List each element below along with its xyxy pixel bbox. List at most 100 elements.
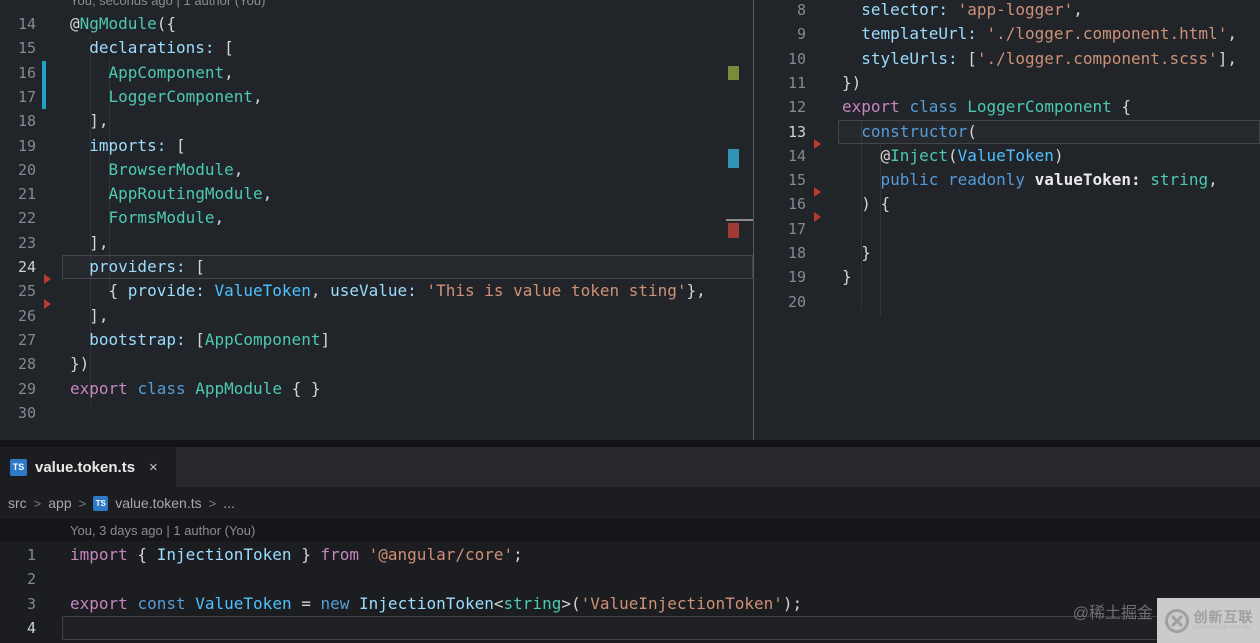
line-number[interactable]: 12 [754, 95, 806, 119]
codelens-annotation: You, seconds ago | 1 author (You) [70, 0, 266, 8]
indent-guide [861, 120, 862, 310]
line-number[interactable]: 4 [0, 616, 36, 640]
editor-pane-left[interactable]: 14 @NgModule({15 declarations: [16 AppCom… [0, 0, 753, 440]
line-number[interactable]: 16 [754, 192, 806, 216]
line-number[interactable]: 29 [0, 377, 36, 401]
line-number[interactable]: 20 [0, 158, 36, 182]
code-text: constructor( [861, 121, 977, 141]
ruler-mark-red [728, 223, 739, 238]
line-number[interactable]: 25 [0, 279, 36, 303]
code-line[interactable]: 12 export class LoggerComponent { [754, 95, 1260, 119]
code-line[interactable]: 11}) [754, 71, 1260, 95]
line-number[interactable]: 19 [0, 134, 36, 158]
breadcrumb-item-app[interactable]: app [48, 495, 71, 511]
line-number[interactable]: 17 [754, 217, 806, 241]
line-number[interactable]: 9 [754, 22, 806, 46]
breadcrumb: src > app > TS value.token.ts > ... [0, 487, 1260, 519]
line-number[interactable]: 18 [0, 109, 36, 133]
line-number[interactable]: 1 [0, 543, 36, 567]
code-line[interactable]: 25 { provide: ValueToken, useValue: 'Thi… [0, 274, 753, 303]
editor-pane-bottom[interactable]: 1 import { InjectionToken } from '@angula… [0, 541, 1260, 643]
line-number[interactable]: 14 [754, 144, 806, 168]
code-text: templateUrl: './logger.component.html', [861, 24, 1237, 44]
code-line[interactable]: 14 @NgModule({ [0, 12, 753, 36]
code-text: bootstrap: [AppComponent] [89, 329, 331, 349]
code-line[interactable]: 4 [0, 615, 1260, 641]
code-line[interactable]: 18 } [754, 241, 1260, 265]
code-line[interactable]: 15 declarations: [ [0, 36, 753, 60]
code-line[interactable]: 28}) [0, 352, 753, 376]
line-number[interactable]: 14 [0, 12, 36, 36]
line-number[interactable]: 27 [0, 328, 36, 352]
code-line[interactable]: 16 ) { [754, 187, 1260, 216]
code-line[interactable]: 13 constructor( [754, 119, 1260, 144]
line-number[interactable]: 15 [0, 36, 36, 60]
indent-guide [90, 36, 91, 406]
logo-ring-x-icon [1164, 608, 1189, 633]
code-line[interactable]: 8 selector: 'app-logger', [754, 0, 1260, 22]
line-number[interactable]: 30 [0, 401, 36, 425]
line-number[interactable]: 15 [754, 168, 806, 192]
code-line[interactable]: 17 [754, 211, 1260, 241]
breadcrumb-item-file[interactable]: value.token.ts [115, 495, 201, 511]
code-text: export class AppModule { } [70, 378, 321, 398]
editor-pane-right[interactable]: 8 selector: 'app-logger', 9 templateUrl: … [753, 0, 1260, 440]
line-number[interactable]: 22 [0, 206, 36, 230]
code-text: @Inject(ValueToken) [842, 145, 1064, 165]
code-line[interactable]: 19 imports: [ [0, 134, 753, 158]
line-number[interactable]: 16 [0, 61, 36, 85]
line-number[interactable]: 13 [754, 120, 806, 144]
line-number[interactable]: 28 [0, 352, 36, 376]
line-number[interactable]: 8 [754, 0, 806, 22]
code-line[interactable]: 29 export class AppModule { } [0, 377, 753, 401]
code-line[interactable]: 24 providers: [ [0, 255, 753, 280]
code-line[interactable]: 2 [0, 567, 1260, 591]
code-text: BrowserModule, [108, 159, 244, 179]
code-line[interactable]: 20 BrowserModule, [0, 158, 753, 182]
line-number[interactable]: 18 [754, 241, 806, 265]
line-number[interactable]: 10 [754, 47, 806, 71]
code-line[interactable]: 27 bootstrap: [AppComponent] [0, 328, 753, 352]
code-line[interactable]: 3 export const ValueToken = new Injection… [0, 592, 1260, 616]
chevron-right-icon: > [208, 495, 217, 511]
line-number[interactable]: 20 [754, 290, 806, 314]
code-line[interactable]: 17 LoggerComponent, [0, 84, 753, 110]
line-number[interactable]: 21 [0, 182, 36, 206]
overview-ruler-scrollbar[interactable] [726, 0, 753, 440]
line-number[interactable]: 17 [0, 85, 36, 109]
code-line[interactable]: 23 ], [0, 231, 753, 255]
line-number[interactable]: 2 [0, 567, 36, 591]
code-line[interactable]: 26 ], [0, 298, 753, 328]
code-line[interactable]: 18 ], [0, 109, 753, 133]
code-line[interactable]: 1 import { InjectionToken } from '@angula… [0, 543, 1260, 567]
line-number[interactable]: 3 [0, 592, 36, 616]
code-line[interactable]: 14 @Inject(ValueToken) [754, 138, 1260, 168]
code-line[interactable]: 22 FormsModule, [0, 206, 753, 230]
code-text: selector: 'app-logger', [861, 0, 1083, 19]
code-line[interactable]: 10 styleUrls: ['./logger.component.scss'… [754, 47, 1260, 71]
tab-value-token-ts[interactable]: TS value.token.ts × [0, 447, 176, 487]
line-number[interactable]: 23 [0, 231, 36, 255]
line-number[interactable]: 26 [0, 304, 36, 328]
code-text: AppRoutingModule, [108, 184, 273, 204]
line-number[interactable]: 11 [754, 71, 806, 95]
close-icon[interactable]: × [149, 459, 158, 476]
code-line[interactable]: 9 templateUrl: './logger.component.html'… [754, 22, 1260, 46]
code-line[interactable]: 21 AppRoutingModule, [0, 182, 753, 206]
logo-subtext: CHUANGXIN HULIAN [1193, 625, 1252, 631]
code-line[interactable]: 15 public readonly valueToken: string, [754, 168, 1260, 192]
git-modified-indicator [42, 84, 46, 110]
line-number[interactable]: 24 [0, 255, 36, 279]
breadcrumb-item-src[interactable]: src [8, 495, 27, 511]
code-line[interactable]: 19} [754, 265, 1260, 289]
code-text: LoggerComponent, [108, 86, 263, 106]
code-line[interactable]: 30 [0, 401, 753, 425]
line-number[interactable]: 19 [754, 265, 806, 289]
breadcrumb-item-symbols[interactable]: ... [223, 495, 235, 511]
ruler-mark-teal [728, 149, 739, 168]
code-text: } [842, 243, 871, 262]
code-text: styleUrls: ['./logger.component.scss'], [861, 48, 1237, 68]
code-line[interactable]: 16 AppComponent, [0, 60, 753, 85]
typescript-file-icon: TS [93, 495, 109, 511]
code-line[interactable]: 20 [754, 290, 1260, 314]
